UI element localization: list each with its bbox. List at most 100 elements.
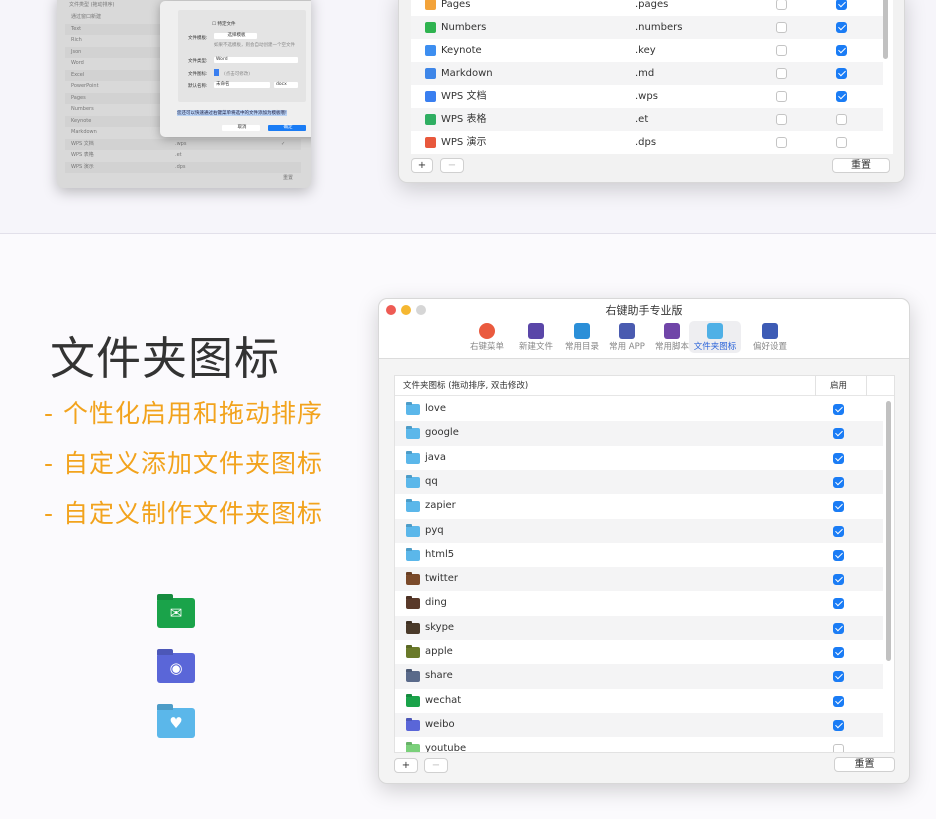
mini-list-item[interactable]: WPS 演示 .dps [65,161,301,173]
table-row[interactable]: java [395,446,883,470]
table-row[interactable]: Pages .pages [411,0,883,16]
remove-button[interactable]: − [440,158,464,173]
template-label: 文件模板: [188,36,208,41]
table-row[interactable]: WPS 文档 .wps [411,85,883,108]
enabled-checkbox[interactable] [833,598,844,610]
add-button[interactable]: + [411,158,433,173]
table-row[interactable]: ding [395,591,883,615]
main-window: 右键助手专业版 右键菜单 新建文件 常用目录 常用 APP 常用脚本 文件夹图标 偏好设置 … [378,298,910,784]
reset-button[interactable]: 重置 [834,757,895,772]
enabled-checkbox[interactable] [836,45,847,56]
table-scrollbar[interactable] [886,401,891,661]
name-field[interactable]: 未命名 [214,82,270,88]
table-scrollbar[interactable] [883,0,888,59]
enabled-checkbox[interactable] [833,744,844,752]
qq-folder-icon [406,476,420,488]
enabled-checkbox[interactable] [833,549,844,561]
table-row[interactable]: WPS 表格 .et [411,108,883,131]
icon-hint: (点击可修改) [224,72,251,77]
enabled-checkbox[interactable] [833,622,844,634]
table-row[interactable]: skype [395,615,883,640]
enabled-checkbox[interactable] [833,452,844,464]
checkbox[interactable] [776,114,787,125]
checkbox[interactable] [776,68,787,79]
enabled-checkbox[interactable] [836,137,847,148]
remove-button[interactable]: − [424,758,448,773]
enabled-checkbox[interactable] [833,525,844,537]
enabled-checkbox[interactable] [833,476,844,488]
table-row[interactable]: Numbers .numbers [411,16,883,39]
feature-title: 文件夹图标 [50,332,281,385]
table-row[interactable]: html5 [395,543,883,567]
mini-item-name: Json [71,48,82,55]
enabled-checkbox[interactable] [833,647,844,658]
enabled-checkbox[interactable] [833,428,844,440]
toolbar-tab[interactable]: 常用脚本 [650,321,694,353]
enabled-checkbox[interactable] [833,574,844,586]
enabled-checkbox[interactable] [836,0,847,10]
table-row[interactable]: qq [395,469,883,495]
ok-button[interactable]: 确定 [268,125,306,131]
toolbar-tab-icon [574,323,590,339]
type-field[interactable]: Word [214,57,298,63]
table-row[interactable]: twitter [395,567,883,592]
mini-item-name: Rich [71,37,82,43]
add-button[interactable]: + [394,758,418,773]
toolbar-tab[interactable]: 右键菜单 [465,321,509,353]
file-icon[interactable] [214,69,219,76]
table-row[interactable]: pyq [395,518,883,543]
enabled-checkbox[interactable] [833,671,844,683]
table-row[interactable]: WPS 演示 .dps [411,131,883,154]
table-row[interactable]: Keynote .key [411,39,883,62]
table-row[interactable]: wechat [395,689,883,713]
specific-file-checkbox[interactable]: ☐ 特定文件 [212,21,235,27]
column-header-name[interactable]: 文件夹图标 (拖动排序, 双击修改) [403,376,528,396]
table-row[interactable]: Markdown .md [411,62,883,85]
mini-list-item[interactable]: WPS 文档 .wps ✓ [65,138,301,151]
mini-item-name: Word [71,60,84,66]
google-folder-icon [406,428,420,440]
table-row[interactable]: google [395,421,883,446]
mini-new-file-window: 文件类型 (拖动排序) 启用 通过窗口新建✓Text✓Rich✓Json✓Wor… [57,0,311,188]
enabled-checkbox[interactable] [836,91,847,102]
enabled-checkbox[interactable] [836,68,847,79]
window-title: 右键助手专业版 [605,304,683,317]
mini-checkbox[interactable]: ✓ [281,139,285,151]
enabled-checkbox[interactable] [833,404,844,415]
table-row[interactable]: weibo [395,712,883,738]
enabled-checkbox[interactable] [833,501,844,513]
table-row[interactable]: zapier [395,494,883,518]
table-row[interactable]: share [395,664,883,689]
enabled-checkbox[interactable] [833,695,844,707]
enabled-checkbox[interactable] [836,22,847,33]
enabled-checkbox[interactable] [836,114,847,125]
toolbar-tab[interactable]: 新建文件 [514,321,558,353]
folder-icon-name: love [425,403,446,414]
toolbar-tab-icon [664,323,680,339]
toolbar-tab[interactable]: 常用 APP [605,321,649,353]
checkbox[interactable] [776,0,787,10]
table-row[interactable]: love [395,397,883,421]
checkbox[interactable] [776,137,787,148]
toolbar-tab[interactable]: 文件夹图标 [689,321,741,353]
checkbox[interactable] [776,91,787,102]
pyq-folder-icon [406,525,420,537]
toolbar-tab-label: 新建文件 [518,342,553,352]
choose-template-button[interactable]: 选择模板 [214,33,257,39]
ext-field[interactable]: docx [274,82,298,88]
cancel-button[interactable]: 取消 [222,125,260,131]
toolbar-tab[interactable]: 常用目录 [560,321,604,353]
enabled-checkbox[interactable] [833,719,844,731]
checkbox[interactable] [776,22,787,33]
mini-list-item[interactable]: WPS 表格 .et [65,150,301,162]
file-type-name: WPS 演示 [441,137,487,148]
folder-icons-table: 文件夹图标 (拖动排序, 双击修改) 启用 love google java qq za… [394,375,895,753]
table-row[interactable]: apple [395,640,883,664]
table-row[interactable]: youtube [395,737,883,752]
toolbar-tab[interactable]: 偏好设置 [748,321,792,353]
column-header-enabled[interactable]: 启用 [815,376,867,396]
mini-reset-button[interactable]: 重置 [283,174,293,181]
toolbar-tab-icon [619,323,635,339]
checkbox[interactable] [776,45,787,56]
reset-button[interactable]: 重置 [832,158,890,173]
